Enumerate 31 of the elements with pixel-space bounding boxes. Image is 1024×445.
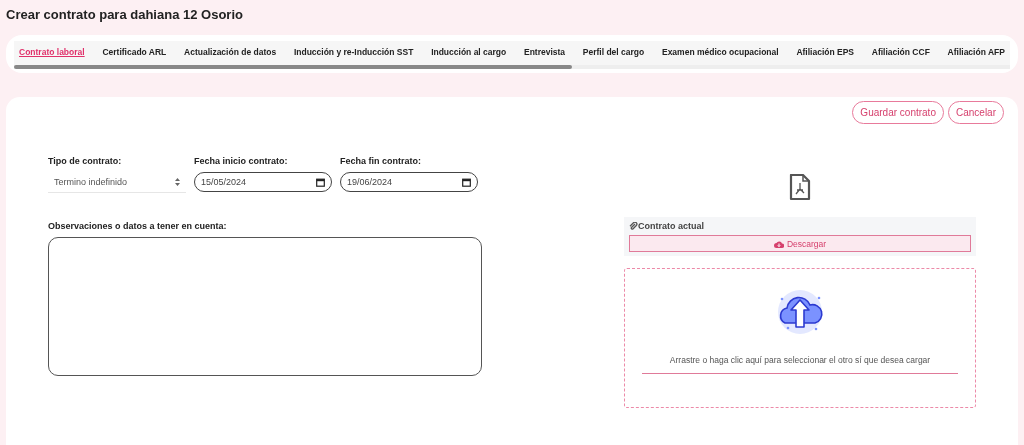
tab[interactable]: Examen médico ocupacional [658,45,782,59]
tab[interactable]: Actualización de datos [181,45,280,59]
file-dropzone[interactable]: Arrastre o haga clic aquí para seleccionar el otro sí que desea cargar [624,268,976,408]
tab[interactable]: Perfil del cargo [579,45,648,59]
tab[interactable]: Afiliación AFP [944,45,1008,59]
tab[interactable]: Contrato laboral [16,45,88,59]
action-button[interactable]: Cancelar [947,101,1004,124]
tab[interactable]: Inducción al cargo [428,45,510,59]
tab[interactable]: Afiliación EPS [793,45,857,59]
paperclip-icon [629,221,638,231]
current-contract-title: Contrato actual [629,221,971,231]
download-button[interactable]: Descargar [629,235,971,252]
page-title: Crear contrato para dahiana 12 Osorio [5,6,244,24]
tab[interactable]: Entrevista [520,45,569,59]
field-label: Fecha fin contrato: [340,156,422,166]
calendar-icon [462,177,471,187]
action-button[interactable]: Guardar contrato [852,101,944,124]
sort-caret-icon [175,178,180,186]
field-label: Observaciones o datos a tener en cuenta: [48,221,228,231]
tab[interactable]: Inducción y re-Inducción SST [290,45,417,59]
tab[interactable]: Certificado ARL [99,45,170,59]
contract-type-select[interactable]: Termino indefinido [48,172,186,193]
cloud-download-icon [773,239,784,248]
field-label: Tipo de contrato: [48,156,123,166]
pdf-file-icon [789,174,811,201]
scrollbar-thumb[interactable] [14,65,572,69]
calendar-icon [316,177,325,187]
dropzone-text: Arrastre o haga clic aquí para seleccionar el otro sí que desea cargar [669,355,931,365]
field-label: Fecha inicio contrato: [194,156,289,166]
tab[interactable]: Afiliación CCF [868,45,933,59]
notes-textarea[interactable] [48,237,482,376]
